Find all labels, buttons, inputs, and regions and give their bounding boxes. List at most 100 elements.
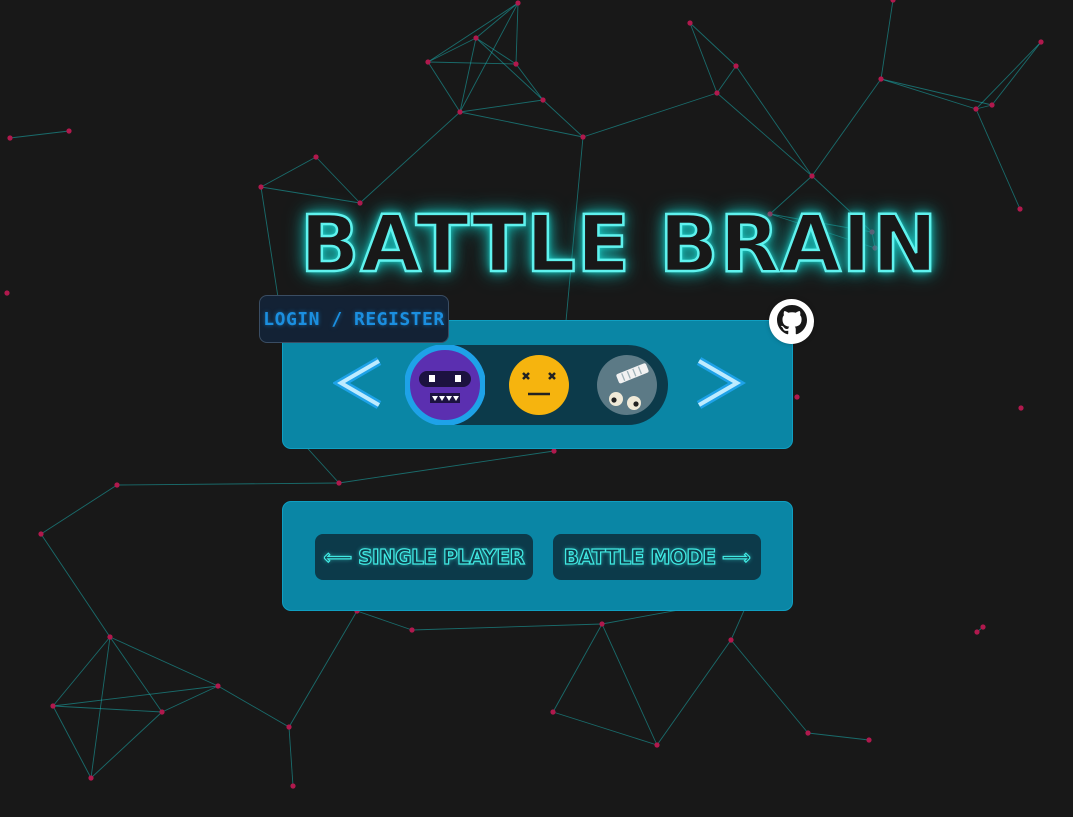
network-node	[286, 724, 292, 730]
network-node	[88, 775, 94, 781]
chevron-left-icon	[332, 357, 382, 409]
network-line	[811, 78, 882, 177]
network-line	[515, 2, 519, 65]
network-line	[730, 639, 809, 734]
network-line	[552, 623, 603, 713]
network-line	[40, 484, 118, 535]
network-node	[805, 730, 811, 736]
network-node	[878, 76, 884, 82]
github-link[interactable]	[771, 301, 812, 342]
network-line	[90, 711, 163, 779]
github-icon	[776, 304, 807, 339]
network-node	[866, 737, 872, 743]
network-line	[52, 685, 219, 707]
network-node	[66, 128, 72, 134]
network-node	[114, 482, 120, 488]
network-node	[159, 709, 165, 715]
previous-avatar-button[interactable]	[332, 351, 393, 415]
network-line	[411, 623, 603, 631]
network-node	[457, 109, 463, 115]
network-line	[689, 22, 737, 67]
network-node	[50, 703, 56, 709]
network-line	[161, 685, 219, 713]
network-line	[40, 533, 111, 638]
network-node	[513, 61, 519, 67]
network-line	[735, 65, 813, 177]
network-line	[52, 636, 111, 707]
network-line	[542, 99, 584, 138]
network-line	[716, 65, 737, 94]
network-line	[315, 156, 361, 204]
network-node	[215, 683, 221, 689]
network-line	[601, 623, 658, 746]
network-line	[475, 37, 517, 65]
avatar-option-bandaged[interactable]	[589, 345, 669, 425]
network-line	[975, 41, 1042, 110]
network-node	[425, 59, 431, 65]
network-node	[1038, 39, 1044, 45]
network-line	[90, 636, 111, 779]
network-node	[107, 634, 113, 640]
chevron-right-icon	[696, 357, 746, 409]
network-node	[540, 97, 546, 103]
network-node	[728, 637, 734, 643]
network-node	[974, 629, 980, 635]
battle-mode-button[interactable]: BATTLE MODE ⟶	[553, 534, 761, 580]
network-line	[716, 92, 813, 177]
network-line	[427, 37, 477, 63]
network-line	[689, 22, 718, 94]
network-node	[4, 290, 10, 296]
game-mode-panel: ⟵ SINGLE PLAYER BATTLE MODE ⟶	[282, 501, 793, 611]
network-line	[260, 156, 317, 188]
network-node	[687, 20, 693, 26]
network-line	[9, 130, 70, 139]
network-node	[7, 135, 13, 141]
network-node	[336, 480, 342, 486]
network-line	[52, 705, 92, 779]
network-line	[975, 108, 1021, 210]
network-node	[733, 63, 739, 69]
avatar-option-robot[interactable]	[404, 344, 486, 426]
avatar-carousel	[404, 344, 669, 426]
network-line	[459, 111, 584, 138]
network-line	[807, 732, 870, 741]
dizzy-face-icon	[509, 355, 569, 415]
network-line	[582, 92, 718, 138]
network-node	[290, 783, 296, 789]
network-line	[288, 610, 358, 728]
network-line	[459, 2, 519, 113]
network-line	[109, 636, 163, 713]
avatar-option-dizzy[interactable]	[499, 345, 579, 425]
network-node	[38, 531, 44, 537]
network-line	[459, 99, 544, 113]
network-line	[880, 78, 993, 106]
network-node	[989, 102, 995, 108]
network-line	[880, 78, 977, 110]
network-node	[258, 184, 264, 190]
single-player-button[interactable]: ⟵ SINGLE PLAYER	[315, 534, 533, 580]
page-title: BATTLE BRAIN	[299, 199, 939, 292]
network-line	[109, 636, 219, 687]
next-avatar-button[interactable]	[687, 351, 747, 415]
network-line	[359, 111, 461, 204]
network-node	[654, 742, 660, 748]
network-line	[116, 482, 340, 486]
network-node	[409, 627, 415, 633]
network-node	[313, 154, 319, 160]
network-line	[475, 2, 519, 39]
network-node	[1018, 405, 1024, 411]
network-line	[880, 0, 894, 80]
network-line	[991, 41, 1042, 106]
network-node	[580, 134, 586, 140]
network-line	[52, 705, 163, 713]
network-line	[656, 639, 732, 746]
network-node	[599, 621, 605, 627]
network-line	[356, 610, 413, 631]
network-node	[980, 624, 986, 630]
bandaged-face-icon	[597, 355, 657, 415]
network-line	[288, 726, 294, 787]
login-register-button[interactable]: LOGIN / REGISTER	[259, 295, 449, 343]
network-node	[973, 106, 979, 112]
network-node	[809, 173, 815, 179]
network-node	[1017, 206, 1023, 212]
